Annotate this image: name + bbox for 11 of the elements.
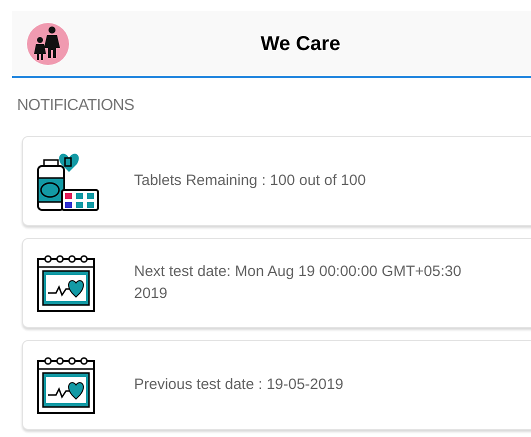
family-logo-icon bbox=[26, 22, 70, 66]
app-title: We Care bbox=[260, 32, 342, 56]
notification-text: Previous test date : 19-05-2019 bbox=[134, 375, 344, 395]
section-title: NOTIFICATIONS bbox=[17, 96, 136, 116]
notification-text: Tablets Remaining : 100 out of 100 bbox=[134, 171, 367, 191]
notification-card[interactable]: Previous test date : 19-05-2019 bbox=[22, 340, 531, 430]
calendar-heart-icon bbox=[36, 253, 96, 313]
notification-text: Next test date: Mon Aug 19 00:00:00 GMT+05:30 2019 bbox=[134, 262, 462, 304]
notification-card[interactable]: Next test date: Mon Aug 19 00:00:00 GMT+05:30 2019 bbox=[22, 238, 531, 328]
notification-card[interactable]: Tablets Remaining : 100 out of 100 bbox=[22, 136, 531, 226]
calendar-heart-icon bbox=[36, 355, 96, 415]
